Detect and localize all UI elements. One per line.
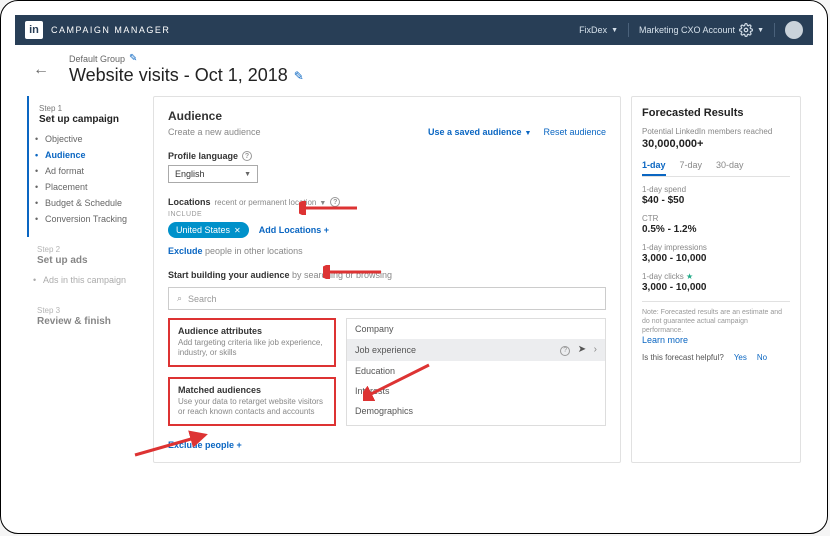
chevron-down-icon: ▼ xyxy=(244,171,251,178)
tab-7day[interactable]: 7-day xyxy=(680,160,703,176)
location-chip-label: United States xyxy=(176,225,230,235)
exclude-locations-link[interactable]: Exclude xyxy=(168,246,203,256)
add-locations-link[interactable]: Add Locations xyxy=(259,225,329,235)
card-desc: Use your data to retarget website visito… xyxy=(178,397,326,418)
spend-value: $40 - $50 xyxy=(642,195,790,206)
build-subtext: by searching or browsing xyxy=(290,270,393,280)
audience-panel: Audience Create a new audience Use a sav… xyxy=(153,96,621,463)
edit-group-icon[interactable]: ✎ xyxy=(129,53,137,64)
exclude-people-link[interactable]: Exclude people xyxy=(168,440,606,450)
menu-item-company[interactable]: Company xyxy=(347,319,605,339)
menu-item-education[interactable]: Education xyxy=(347,361,605,381)
forecast-note: Note: Forecasted results are an estimate… xyxy=(642,309,782,334)
divider xyxy=(628,23,629,37)
search-placeholder: Search xyxy=(188,294,217,304)
forecast-panel: Forecasted Results Potential LinkedIn me… xyxy=(631,96,801,463)
chevron-down-icon: ▼ xyxy=(611,27,618,34)
reset-audience-link[interactable]: Reset audience xyxy=(543,127,606,137)
clicks-value: 3,000 - 10,000 xyxy=(642,282,790,293)
sidebar-item-audience[interactable]: Audience xyxy=(39,147,143,163)
title-bar: ← Default Group ✎ Website visits - Oct 1… xyxy=(15,45,813,96)
sidebar-item-conversion[interactable]: Conversion Tracking xyxy=(39,211,143,227)
ctr-label: CTR xyxy=(642,214,790,223)
location-chip-us[interactable]: United States ✕ xyxy=(168,222,249,238)
sidebar-item-objective[interactable]: Objective xyxy=(39,131,143,147)
tab-30day[interactable]: 30-day xyxy=(716,160,744,176)
reach-value: 30,000,000+ xyxy=(642,138,790,150)
star-icon: ★ xyxy=(686,272,693,281)
help-icon[interactable]: ? xyxy=(560,346,570,356)
step3-title: Review & finish xyxy=(37,316,143,327)
avatar[interactable] xyxy=(785,21,803,39)
help-icon[interactable]: ? xyxy=(242,151,252,161)
card-desc: Add targeting criteria like job experien… xyxy=(178,338,326,359)
page-title: Website visits - Oct 1, 2018 xyxy=(69,65,288,86)
step3-label: Step 3 xyxy=(37,306,143,315)
clicks-label: 1-day clicks ★ xyxy=(642,272,790,281)
back-button[interactable]: ← xyxy=(29,58,53,82)
chevron-right-icon: › xyxy=(594,344,597,355)
sidebar-item-budget[interactable]: Budget & Schedule xyxy=(39,195,143,211)
top-bar: in CAMPAIGN MANAGER FixDex ▼ Marketing C… xyxy=(15,15,813,45)
reach-label: Potential LinkedIn members reached xyxy=(642,127,790,136)
step2-label: Step 2 xyxy=(37,245,143,254)
menu-item-job-experience[interactable]: Job experience ? ➤ › xyxy=(347,339,605,361)
gear-icon xyxy=(739,23,753,37)
card-title: Matched audiences xyxy=(178,385,326,395)
forecast-help-question: Is this forecast helpful? xyxy=(642,353,724,362)
panel-title: Audience xyxy=(168,109,222,123)
locations-label: Locations xyxy=(168,197,211,207)
attribute-menu: Company Job experience ? ➤ › Education I… xyxy=(346,318,606,426)
chevron-down-icon: ▼ xyxy=(757,27,764,34)
search-icon: ⌕ xyxy=(177,293,182,304)
menu-item-demographics[interactable]: Demographics xyxy=(347,401,605,421)
linkedin-logo-icon: in xyxy=(25,21,43,39)
card-title: Audience attributes xyxy=(178,326,326,336)
step1-label: Step 1 xyxy=(39,104,143,113)
use-saved-audience-link[interactable]: Use a saved audience xyxy=(428,127,532,137)
sidebar-item-placement[interactable]: Placement xyxy=(39,179,143,195)
profile-language-label: Profile language xyxy=(168,151,238,161)
sidebar-item-ad-format[interactable]: Ad format xyxy=(39,163,143,179)
profile-language-select[interactable]: English ▼ xyxy=(168,165,258,183)
location-type-select[interactable]: recent or permanent location xyxy=(215,198,327,207)
step2-title: Set up ads xyxy=(37,255,143,266)
divider xyxy=(774,23,775,37)
org-selector[interactable]: FixDex ▼ xyxy=(579,25,618,35)
sidebar-item-ads[interactable]: Ads in this campaign xyxy=(37,272,143,288)
account-selector-label: Marketing CXO Account xyxy=(639,25,735,35)
step1-title: Set up campaign xyxy=(39,114,143,125)
group-name: Default Group xyxy=(69,54,125,64)
learn-more-link[interactable]: Learn more xyxy=(642,335,688,345)
edit-title-icon[interactable]: ✎ xyxy=(294,69,304,83)
matched-audiences-card[interactable]: Matched audiences Use your data to retar… xyxy=(168,377,336,426)
audience-attributes-card[interactable]: Audience attributes Add targeting criter… xyxy=(168,318,336,367)
tab-1day[interactable]: 1-day xyxy=(642,160,666,176)
ctr-value: 0.5% - 1.2% xyxy=(642,224,790,235)
impressions-value: 3,000 - 10,000 xyxy=(642,253,790,264)
spend-label: 1-day spend xyxy=(642,185,790,194)
forecast-title: Forecasted Results xyxy=(642,107,790,119)
help-icon[interactable]: ? xyxy=(330,197,340,207)
app-name: CAMPAIGN MANAGER xyxy=(51,25,170,35)
menu-item-interests[interactable]: Interests xyxy=(347,381,605,401)
profile-language-value: English xyxy=(175,169,205,179)
close-icon[interactable]: ✕ xyxy=(234,226,241,235)
audience-search-input[interactable]: ⌕ Search xyxy=(168,287,606,310)
steps-sidebar: Step 1 Set up campaign Objective Audienc… xyxy=(27,96,143,463)
forecast-yes-link[interactable]: Yes xyxy=(734,353,747,362)
build-label: Start building your audience xyxy=(168,270,290,280)
forecast-no-link[interactable]: No xyxy=(757,353,767,362)
panel-subtitle: Create a new audience xyxy=(168,127,261,137)
cursor-icon: ➤ xyxy=(578,344,586,355)
org-selector-label: FixDex xyxy=(579,25,607,35)
include-label: INCLUDE xyxy=(168,211,606,218)
impressions-label: 1-day impressions xyxy=(642,243,790,252)
exclude-locations-text: people in other locations xyxy=(203,246,303,256)
account-selector[interactable]: Marketing CXO Account ▼ xyxy=(639,23,764,37)
